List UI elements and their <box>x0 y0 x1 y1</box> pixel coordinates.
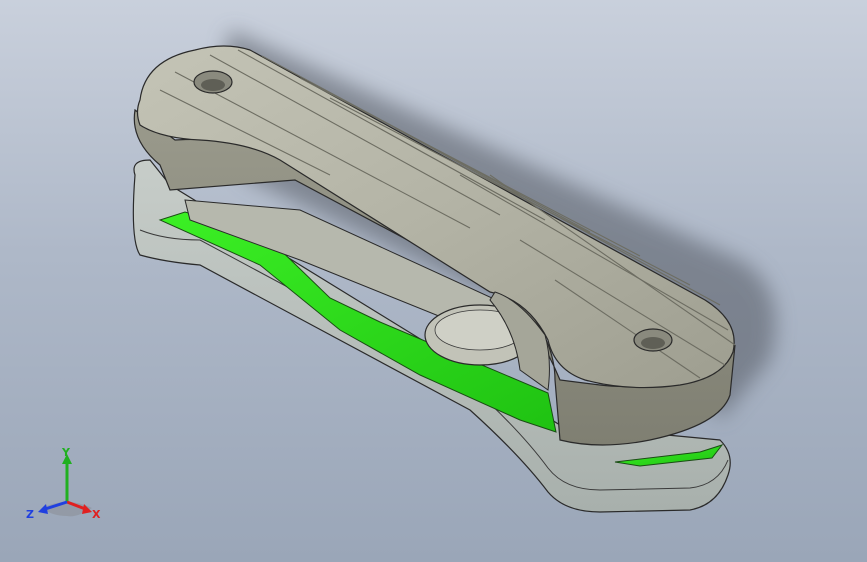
z-axis-arrow <box>38 504 48 514</box>
3d-viewport[interactable]: Y X Z <box>0 0 867 562</box>
x-axis-label: X <box>92 508 101 521</box>
orientation-triad[interactable]: Y X Z <box>22 446 112 526</box>
key-organizer-model[interactable] <box>0 0 867 562</box>
screw-hole-left <box>193 70 233 94</box>
screw-hole-right <box>633 328 673 352</box>
y-axis-label: Y <box>61 446 71 459</box>
z-axis-label: Z <box>26 508 34 521</box>
